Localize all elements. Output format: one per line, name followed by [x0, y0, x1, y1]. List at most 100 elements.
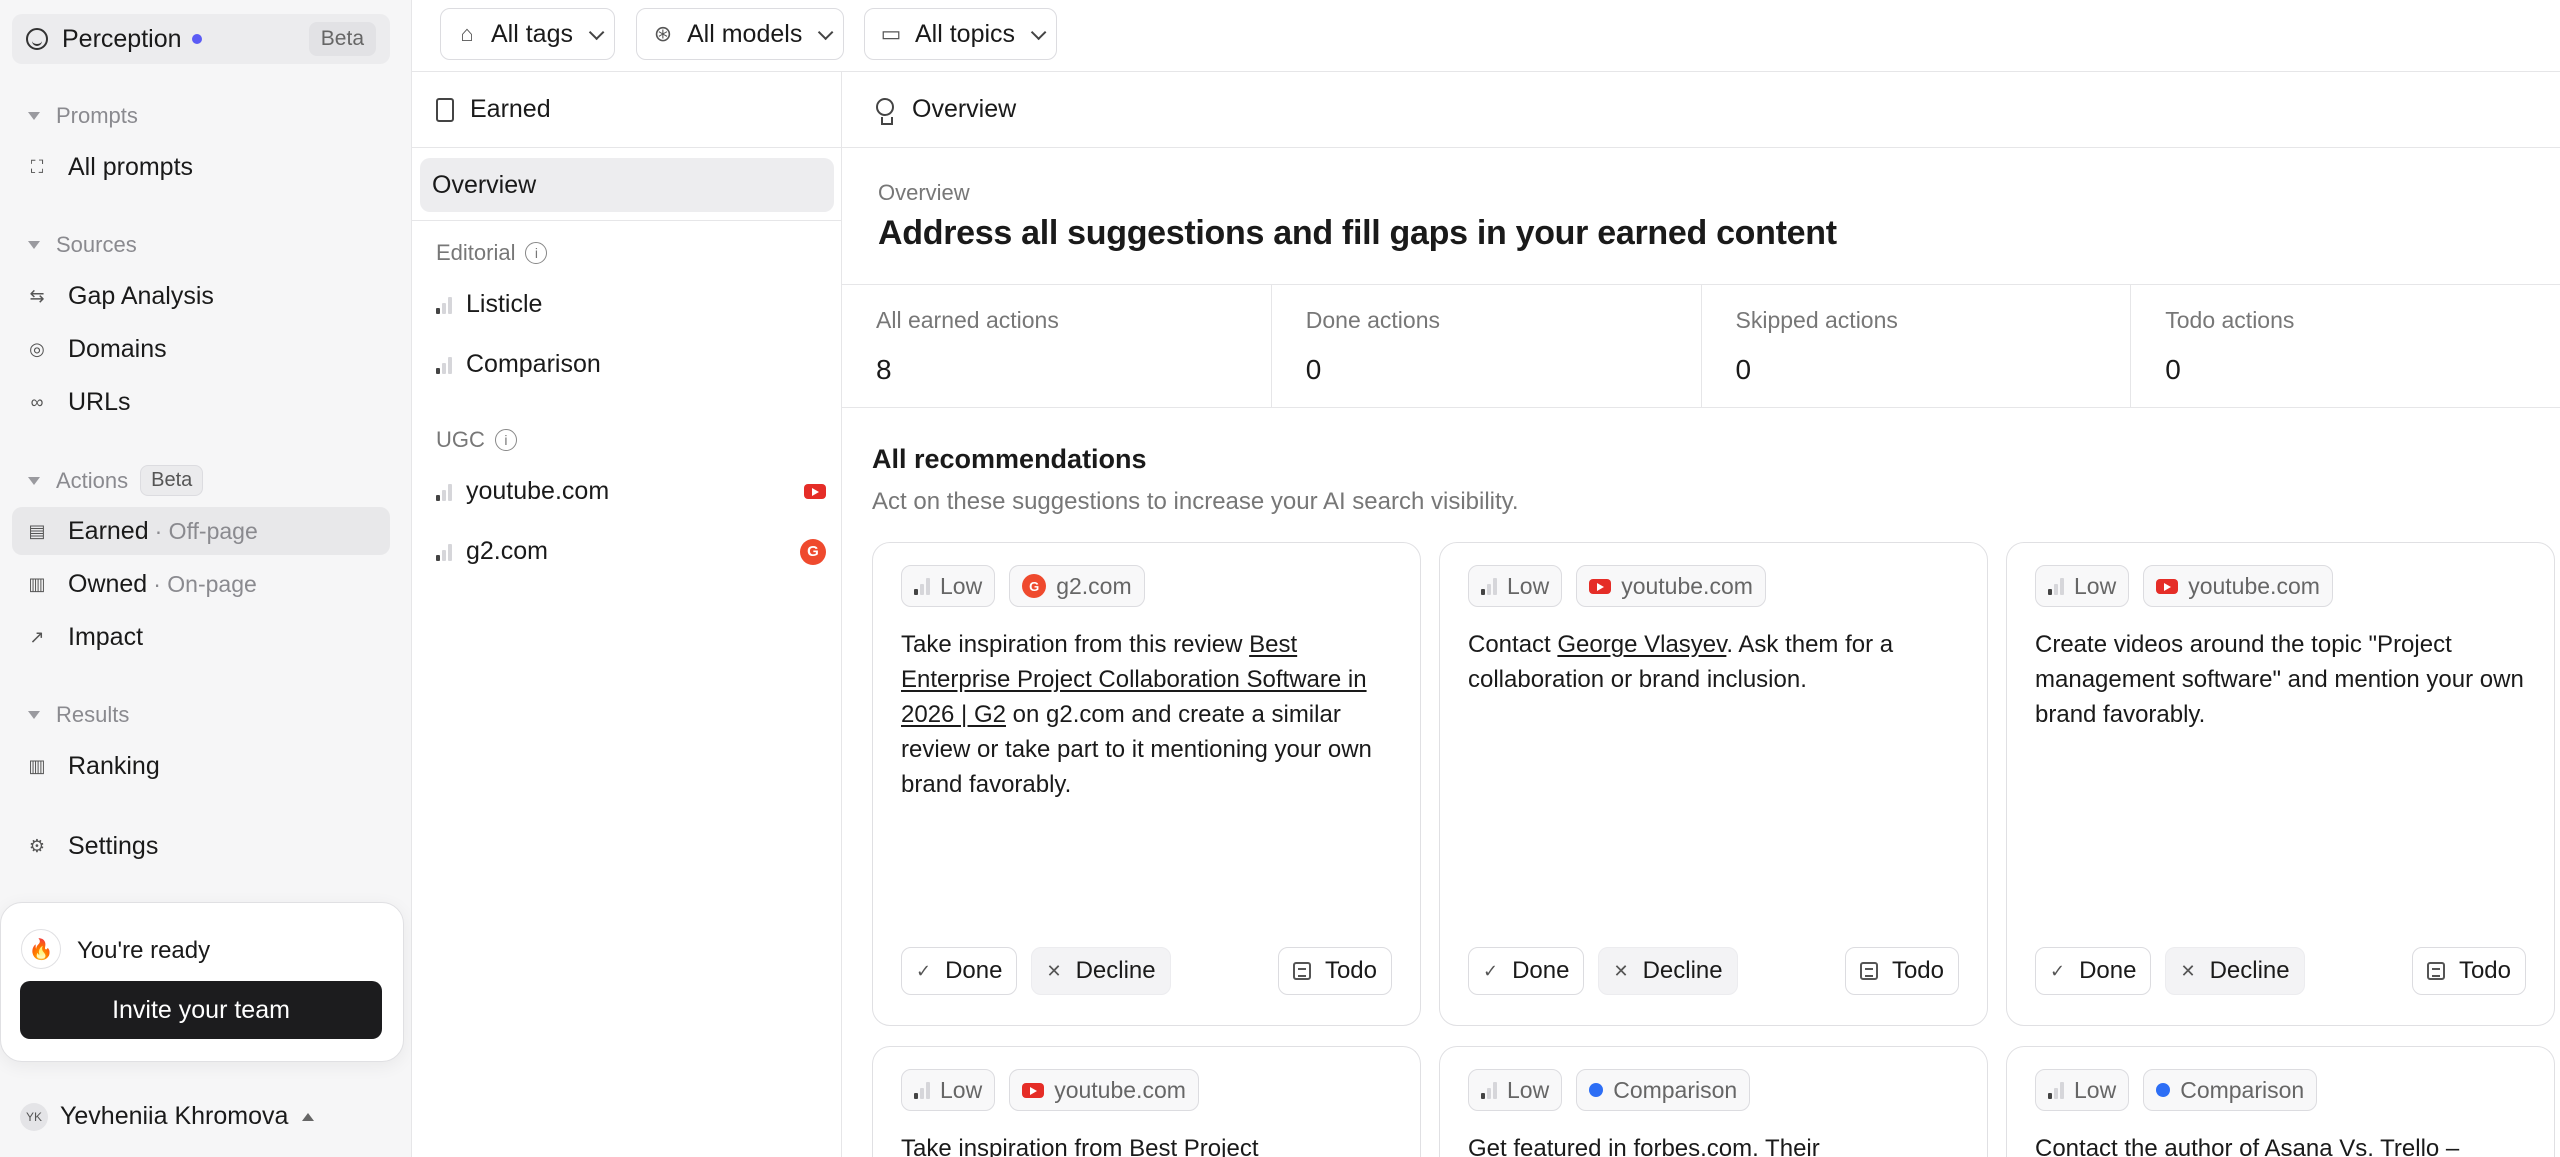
stat-skipped: Skipped actions 0 — [1702, 285, 2132, 407]
gap-icon: ⇆ — [29, 285, 45, 306]
list-icon — [1859, 962, 1878, 980]
youtube-icon — [1022, 1082, 1045, 1098]
collapse-caret-icon — [28, 241, 40, 249]
g2-icon: G — [800, 538, 826, 565]
priority-chip: Low — [901, 1069, 996, 1111]
todo-button[interactable]: Todo — [1844, 947, 1959, 995]
models-filter[interactable]: ⊛ All models — [636, 8, 845, 60]
priority-low-icon — [914, 1081, 930, 1099]
section-actions[interactable]: Actions Beta — [28, 465, 204, 496]
sidebar-item-all-prompts[interactable]: ⛶ All prompts — [12, 143, 390, 191]
source-chip: youtube.com — [1009, 1069, 1199, 1111]
todo-button[interactable]: Todo — [1277, 947, 1392, 995]
priority-low-icon — [436, 296, 452, 314]
source-chip: Comparison — [1576, 1069, 1751, 1111]
info-icon[interactable]: i — [525, 242, 548, 264]
globe-icon: ◎ — [29, 338, 45, 359]
list-icon — [2426, 962, 2445, 980]
done-button[interactable]: ✓ Done — [2035, 947, 2152, 995]
youtube-icon — [804, 484, 826, 499]
sidebar-item-impact[interactable]: ↗ Impact — [12, 613, 390, 661]
recommendation-card: Low Gg2.com Take inspiration from this r… — [872, 542, 1421, 1026]
priority-chip: Low — [2035, 565, 2130, 607]
main-content: Overview Overview Address all suggestion… — [842, 72, 2560, 1157]
filter-bar: ⌂ All tags ⊛ All models ▭ All topics — [412, 0, 2560, 72]
collapse-caret-icon — [28, 711, 40, 719]
chevron-down-icon — [1030, 24, 1047, 40]
sidebar-item-earned[interactable]: ▤ Earned · Off-page — [12, 507, 390, 555]
priority-low-icon — [436, 483, 452, 501]
article-link[interactable]: Asana Vs. Trello – — [2265, 1135, 2460, 1157]
divider — [412, 220, 842, 221]
site-link[interactable]: forbes.com — [1633, 1135, 1752, 1157]
source-link[interactable]: Best Project — [1129, 1135, 1258, 1157]
status-dot — [191, 34, 202, 44]
sidebar-item-gap-analysis[interactable]: ⇆ Gap Analysis — [12, 272, 390, 320]
caret-up-icon — [302, 1112, 315, 1121]
sidebar-item-urls[interactable]: ∞ URLs — [12, 378, 390, 426]
decline-button[interactable]: ✕ Decline — [1598, 947, 1738, 995]
priority-chip: Low — [1468, 1069, 1563, 1111]
sidebar-item-owned[interactable]: ▥ Owned · On-page — [12, 560, 390, 608]
folder-icon: ▭ — [880, 21, 902, 46]
section-sources[interactable]: Sources — [28, 232, 137, 258]
decline-button[interactable]: ✕ Decline — [2165, 947, 2305, 995]
topics-filter[interactable]: ▭ All topics — [864, 8, 1058, 60]
sidebar: Perception Beta Prompts ⛶ All prompts So… — [0, 0, 412, 1157]
document-icon: ▤ — [28, 520, 46, 541]
close-icon: ✕ — [2180, 960, 2196, 981]
contact-link[interactable]: George Vlasyev — [1557, 631, 1726, 658]
sidebar-item-settings[interactable]: ⚙ Settings — [12, 822, 390, 870]
close-icon: ✕ — [1613, 960, 1629, 981]
content-header: Overview — [842, 72, 2560, 148]
info-icon[interactable]: i — [494, 429, 517, 451]
ugc-group: UGC i — [436, 427, 517, 453]
workspace-name: Perception — [62, 24, 182, 53]
recommendation-card: Low youtube.com Take inspiration from Be… — [872, 1046, 1421, 1157]
collapse-caret-icon — [28, 476, 40, 485]
section-results[interactable]: Results — [28, 702, 129, 728]
smiley-icon — [26, 28, 48, 50]
beta-badge: Beta — [308, 22, 376, 56]
tags-filter[interactable]: ⌂ All tags — [440, 8, 615, 60]
earned-panel: Earned Overview Editorial i Listicle Com… — [412, 72, 842, 1157]
source-chip: Comparison — [2143, 1069, 2318, 1111]
sidebar-item-domains[interactable]: ◎ Domains — [12, 325, 390, 373]
done-button[interactable]: ✓ Done — [1468, 947, 1585, 995]
invite-team-button[interactable]: Invite your team — [20, 981, 382, 1039]
sidebar-item-ranking[interactable]: ▥ Ranking — [12, 742, 390, 790]
document-edit-icon: ▥ — [28, 573, 46, 594]
priority-low-icon — [1481, 1081, 1497, 1099]
g2-icon: G — [1022, 574, 1047, 598]
recommendation-card: Low Comparison Get featured in forbes.co… — [1439, 1046, 1988, 1157]
lightbulb-icon — [876, 97, 894, 125]
ugc-item-youtube[interactable]: youtube.com — [436, 477, 826, 506]
chevron-down-icon — [588, 24, 605, 40]
card-text: Take inspiration from this review Best E… — [901, 631, 1372, 798]
workspace-switcher[interactable]: Perception Beta — [12, 14, 390, 64]
decline-button[interactable]: ✕ Decline — [1031, 947, 1171, 995]
editorial-item-comparison[interactable]: Comparison — [436, 350, 826, 379]
source-chip: youtube.com — [2143, 565, 2333, 607]
check-icon: ✓ — [916, 960, 932, 981]
recommendation-card: Low youtube.com Contact George Vlasyev. … — [1439, 542, 1988, 1026]
priority-low-icon — [2048, 1081, 2064, 1099]
section-prompts[interactable]: Prompts — [28, 103, 138, 129]
recommendations-subtitle: Act on these suggestions to increase you… — [872, 488, 1519, 515]
done-button[interactable]: ✓ Done — [901, 947, 1018, 995]
user-menu[interactable]: YK Yevheniia Khromova — [20, 1102, 315, 1131]
ugc-item-g2[interactable]: g2.com G — [436, 537, 826, 566]
todo-button[interactable]: Todo — [2411, 947, 2526, 995]
overview-item[interactable]: Overview — [420, 158, 834, 212]
priority-low-icon — [2048, 577, 2064, 595]
chevron-down-icon — [818, 24, 834, 40]
user-name: Yevheniia Khromova — [60, 1102, 289, 1130]
tag-icon: ⌂ — [460, 21, 474, 46]
recommendations-title: All recommendations — [872, 444, 1147, 474]
link-icon: ∞ — [30, 391, 44, 412]
source-chip: youtube.com — [1576, 565, 1766, 607]
stat-todo: Todo actions 0 — [2165, 307, 2295, 385]
trend-icon: ↗ — [29, 626, 45, 647]
check-icon: ✓ — [2050, 960, 2066, 981]
editorial-item-listicle[interactable]: Listicle — [436, 290, 826, 319]
